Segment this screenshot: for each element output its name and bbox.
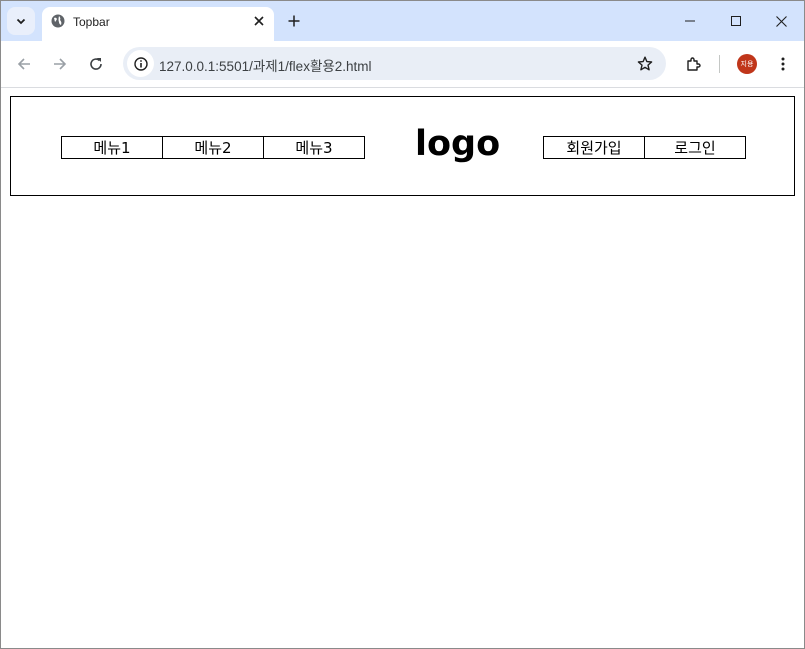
- window-close-button[interactable]: [758, 1, 804, 41]
- arrow-left-icon: [17, 58, 30, 70]
- bookmark-button[interactable]: [631, 50, 658, 77]
- menu-item-3[interactable]: 메뉴3: [263, 136, 365, 159]
- arrow-right-icon: [54, 58, 67, 70]
- browser-window: Topbar 127.0.0.1:5501/과제1/flex활용2.html 지…: [0, 0, 805, 649]
- topbar: 메뉴1 메뉴2 메뉴3 logo 회원가입 로그인: [10, 96, 795, 196]
- toolbar-divider: [719, 55, 720, 73]
- address-bar[interactable]: 127.0.0.1:5501/과제1/flex활용2.html: [123, 47, 666, 80]
- back-button[interactable]: [10, 50, 38, 78]
- reload-icon: [90, 58, 102, 70]
- profile-avatar[interactable]: 지용: [737, 54, 757, 74]
- info-icon: [133, 56, 148, 71]
- more-vertical-icon: [781, 57, 785, 71]
- maximize-button[interactable]: [713, 1, 759, 41]
- maximize-icon: [731, 16, 741, 26]
- logo: logo: [415, 124, 501, 164]
- extensions-button[interactable]: [680, 50, 708, 78]
- signup-link[interactable]: 회원가입: [543, 136, 645, 159]
- chevron-down-icon: [16, 18, 26, 25]
- tab-close-button[interactable]: [248, 10, 270, 32]
- url-text: 127.0.0.1:5501/과제1/flex활용2.html: [159, 59, 372, 74]
- tab-active[interactable]: Topbar: [42, 7, 274, 41]
- login-link[interactable]: 로그인: [644, 136, 746, 159]
- tab-strip: Topbar: [1, 1, 804, 41]
- forward-button[interactable]: [46, 50, 74, 78]
- site-info-button[interactable]: [127, 50, 154, 77]
- new-tab-button[interactable]: [281, 8, 307, 34]
- menu-item-2[interactable]: 메뉴2: [162, 136, 264, 159]
- minimize-button[interactable]: [667, 1, 713, 41]
- minimize-icon: [685, 20, 695, 22]
- browser-toolbar: 127.0.0.1:5501/과제1/flex활용2.html 지용: [1, 41, 804, 88]
- menu-item-1[interactable]: 메뉴1: [61, 136, 163, 159]
- star-icon: [637, 56, 652, 70]
- puzzle-icon: [687, 57, 701, 71]
- close-icon: [254, 16, 264, 26]
- page-content: 메뉴1 메뉴2 메뉴3 logo 회원가입 로그인: [1, 88, 804, 648]
- globe-icon: [51, 14, 65, 28]
- tab-search-button[interactable]: [7, 7, 35, 35]
- reload-button[interactable]: [82, 50, 110, 78]
- tab-title: Topbar: [73, 15, 110, 29]
- close-icon: [775, 15, 787, 27]
- menu-button[interactable]: [769, 50, 797, 78]
- plus-icon: [288, 15, 300, 27]
